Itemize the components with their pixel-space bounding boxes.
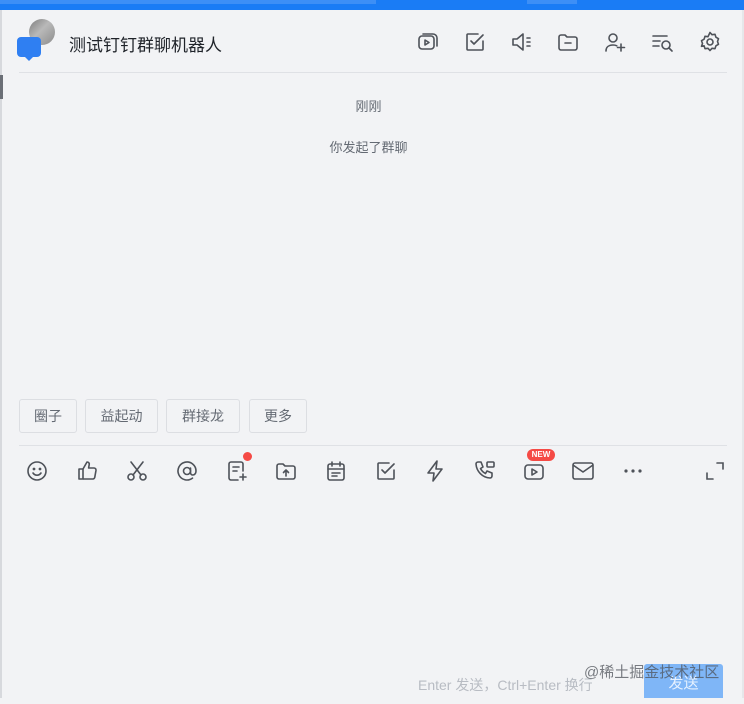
like-icon[interactable] <box>75 459 99 483</box>
quick-action-charity[interactable]: 益起动 <box>85 399 158 433</box>
call-icon[interactable] <box>473 459 497 483</box>
input-hint: Enter 发送，Ctrl+Enter 换行 <box>418 677 593 693</box>
toolbar-divider <box>19 445 727 446</box>
expand-icon[interactable] <box>703 459 727 483</box>
notification-dot <box>243 452 252 461</box>
message-timestamp: 刚刚 <box>355 99 382 114</box>
header-divider <box>19 72 727 73</box>
group-avatar[interactable] <box>17 19 57 65</box>
calendar-icon[interactable] <box>324 459 348 483</box>
quick-action-solitaire[interactable]: 群接龙 <box>166 399 240 433</box>
quick-action-more[interactable]: 更多 <box>249 399 307 433</box>
add-member-icon[interactable] <box>603 30 627 54</box>
live-video-icon[interactable] <box>522 459 546 483</box>
quick-action-circle[interactable]: 圈子 <box>19 399 77 433</box>
email-icon[interactable] <box>571 459 595 483</box>
screenshot-scissors-icon[interactable] <box>125 459 149 483</box>
chat-header: 测试钉钉群聊机器人 <box>3 10 742 72</box>
system-message: 你发起了群聊 <box>329 140 408 155</box>
watermark: @稀土掘金技术社区 <box>584 664 720 681</box>
upload-file-icon[interactable] <box>274 459 298 483</box>
announcement-icon[interactable] <box>509 30 533 54</box>
video-meeting-icon[interactable] <box>416 30 440 54</box>
mention-at-icon[interactable] <box>175 459 199 483</box>
chat-title[interactable]: 测试钉钉群聊机器人 <box>69 31 222 56</box>
more-dots-icon[interactable] <box>621 459 645 483</box>
new-badge: NEW <box>527 449 555 461</box>
folder-icon[interactable] <box>556 30 580 54</box>
ding-lightning-icon[interactable] <box>423 459 447 483</box>
window-top-bar <box>0 0 744 10</box>
top-bar-highlight <box>0 0 376 4</box>
todo-check-icon[interactable] <box>463 30 487 54</box>
top-bar-highlight-small <box>527 0 577 4</box>
emoji-icon[interactable] <box>25 459 49 483</box>
chat-bubble-icon <box>17 37 41 61</box>
todo-icon[interactable] <box>374 459 398 483</box>
doc-add-icon[interactable] <box>225 459 249 483</box>
settings-gear-icon[interactable] <box>698 30 722 54</box>
search-messages-icon[interactable] <box>650 30 674 54</box>
